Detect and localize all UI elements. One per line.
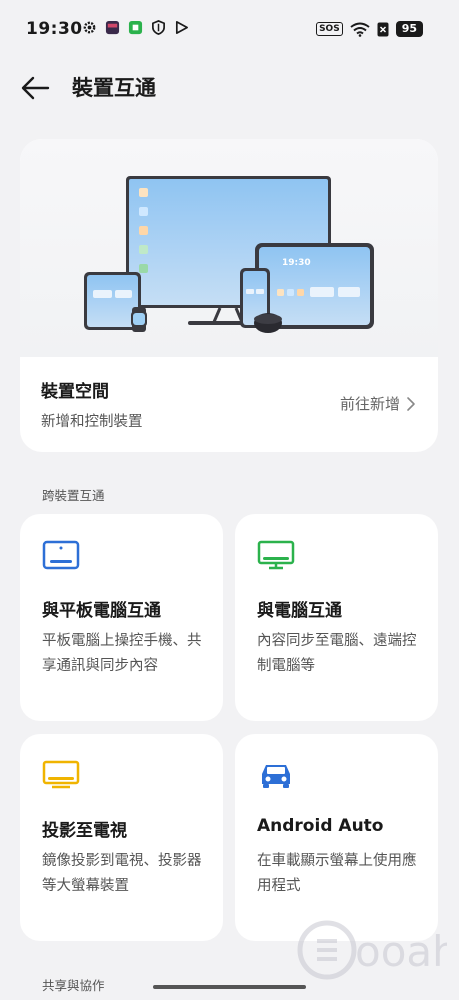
gear-icon (83, 21, 96, 34)
device-space-card[interactable]: 19:30 裝置空間 新增和控制裝置 前往新增 (20, 139, 438, 452)
page-title: 裝置互通 (72, 76, 156, 100)
tablet-icon (42, 540, 80, 570)
section-share: 共享與協作 (42, 978, 105, 993)
feature-description: 內容同步至電腦、遠端控制電腦等 (257, 633, 417, 674)
watermark-logo: ooah (297, 916, 459, 984)
watermark-text: ooah (355, 927, 447, 976)
sos-badge: SOS (316, 22, 343, 36)
feature-description: 在車載顯示螢幕上使用應用程式 (257, 853, 417, 894)
watermark-graphic: ooah (297, 920, 459, 980)
tablet-connect-card[interactable]: 與平板電腦互通 平板電腦上操控手機、共享通訊與同步內容 (20, 514, 223, 721)
feature-title: Android Auto (257, 816, 384, 836)
go-add-label: 前往新增 (339, 395, 400, 413)
status-time: 19:30 (26, 19, 83, 39)
arrow-left-icon (21, 76, 50, 100)
status-bar: 19:30 SOS 95 (0, 0, 459, 58)
chevron-right-icon (407, 396, 415, 411)
battery-level: 95 (395, 21, 423, 37)
section-cross-device: 跨裝置互通 (42, 488, 105, 503)
feature-title: 投影至電視 (42, 821, 127, 841)
cast-to-tv-card[interactable]: 投影至電視 鏡像投影到電視、投影器等大螢幕裝置 (20, 734, 223, 941)
play-icon (175, 21, 188, 34)
monitor-icon (257, 540, 295, 570)
app-icon (128, 20, 143, 35)
devices-illustration-graphic: 19:30 (84, 176, 374, 333)
shield-icon (152, 20, 165, 35)
app-header: 裝置互通 (0, 66, 459, 106)
feature-title: 與平板電腦互通 (42, 601, 161, 621)
no-sim-icon (377, 22, 389, 36)
tv-icon (42, 760, 80, 789)
android-auto-card[interactable]: Android Auto 在車載顯示螢幕上使用應用程式 (235, 734, 438, 941)
system-icons: SOS 95 (316, 21, 423, 37)
pc-connect-card[interactable]: 與電腦互通 內容同步至電腦、遠端控制電腦等 (235, 514, 438, 721)
feature-title: 與電腦互通 (257, 601, 342, 621)
feature-description: 鏡像投影到電視、投影器等大螢幕裝置 (42, 853, 202, 894)
back-button[interactable] (18, 70, 52, 102)
feature-description: 平板電腦上操控手機、共享通訊與同步內容 (42, 633, 202, 674)
home-indicator[interactable] (153, 985, 306, 989)
devices-illustration: 19:30 (20, 139, 438, 357)
wifi-icon (350, 22, 370, 37)
device-space-subtitle: 新增和控制裝置 (41, 414, 143, 430)
go-add-button[interactable]: 前往新增 (340, 393, 416, 414)
notification-icons (82, 20, 189, 35)
car-icon (262, 765, 290, 788)
illustration-clock: 19:30 (282, 258, 311, 268)
device-space-title: 裝置空間 (41, 382, 109, 402)
calendar-icon (105, 20, 120, 35)
